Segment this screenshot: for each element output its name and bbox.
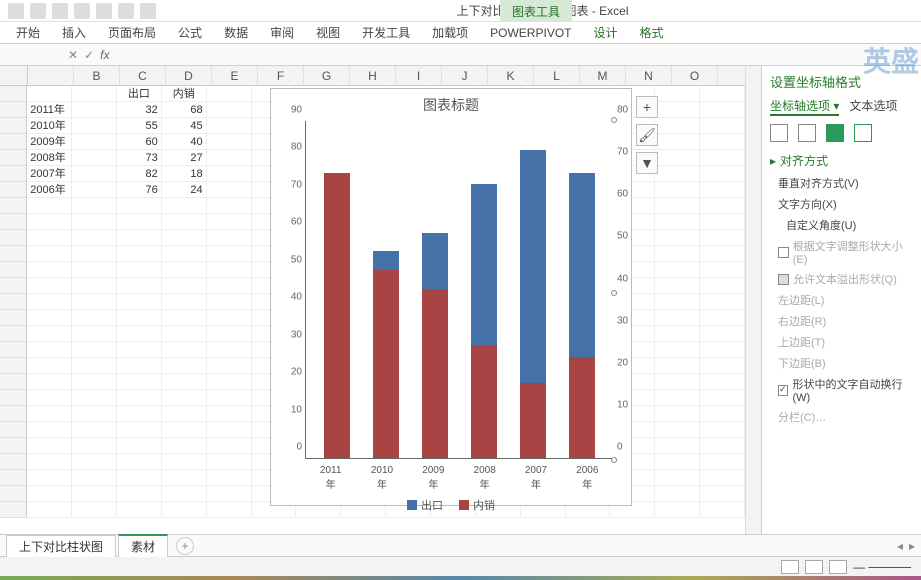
col-header[interactable]: M (580, 66, 626, 85)
opt-vertical-align[interactable]: 垂直对齐方式(V) (778, 175, 913, 191)
view-layout-button[interactable] (805, 560, 823, 574)
col-header[interactable]: G (304, 66, 350, 85)
opt-text-direction[interactable]: 文字方向(X) (778, 196, 913, 212)
plus-icon: + (643, 99, 651, 115)
horizontal-scroll[interactable]: ◂▸ (897, 539, 915, 553)
fill-icon[interactable] (770, 124, 788, 142)
qat-icon[interactable] (74, 3, 90, 19)
vertical-scrollbar[interactable] (745, 66, 761, 534)
qat-icon[interactable] (96, 3, 112, 19)
tab-addins[interactable]: 加载项 (422, 22, 478, 43)
tab-powerpivot[interactable]: POWERPIVOT (480, 24, 581, 42)
chart-x-labels: 2011年2010年2009年2008年2007年2006年 (271, 463, 631, 491)
cancel-icon[interactable]: ✕ (68, 48, 78, 62)
checkbox-icon (778, 385, 788, 396)
sheet-tab[interactable]: 上下对比柱状图 (6, 535, 116, 557)
funnel-icon: ▼ (640, 155, 654, 171)
title-bar: 上下对比柱状图商务图表 - Excel 图表工具 (0, 0, 921, 22)
pane-title: 设置坐标轴格式 (770, 72, 913, 91)
status-bar: — ───── (0, 556, 921, 576)
section-alignment[interactable]: ▸对齐方式 (770, 152, 913, 169)
col-header[interactable]: H (350, 66, 396, 85)
chart-filters-button[interactable]: ▼ (636, 152, 658, 174)
taskbar (0, 576, 921, 580)
chart-object[interactable]: 图表标题 01020304050607080900102030405060708… (270, 88, 632, 506)
chart-plot-area[interactable]: 010203040506070809001020304050607080 (305, 121, 613, 459)
opt-overflow: 允许文本溢出形状(Q) (778, 271, 913, 287)
col-header[interactable]: N (626, 66, 672, 85)
column-headers: B C D E F G H I J K L M N O (0, 66, 745, 86)
pane-tab-axis-options[interactable]: 坐标轴选项 ▾ (770, 97, 839, 116)
checkbox-icon (778, 274, 789, 285)
col-header[interactable]: O (672, 66, 718, 85)
col-header[interactable] (28, 66, 74, 85)
effects-icon[interactable] (798, 124, 816, 142)
col-header[interactable]: K (488, 66, 534, 85)
opt-resize-shape: 根据文字调整形状大小(E) (778, 238, 913, 266)
col-header[interactable]: F (258, 66, 304, 85)
qat-icon[interactable] (118, 3, 134, 19)
qat-save-icon[interactable] (8, 3, 24, 19)
col-header[interactable]: I (396, 66, 442, 85)
legend-label: 内销 (473, 497, 495, 513)
col-header[interactable]: E (212, 66, 258, 85)
chart-elements-button[interactable]: + (636, 96, 658, 118)
axis-options-icon[interactable] (854, 124, 872, 142)
tab-chart-design[interactable]: 设计 (583, 22, 627, 43)
opt-columns: 分栏(C)… (778, 409, 913, 425)
legend-swatch-icon (459, 500, 469, 510)
chart-styles-button[interactable]: 🖌 (636, 124, 658, 146)
enter-icon[interactable]: ✓ (84, 48, 94, 62)
chart-legend[interactable]: 出口 内销 (271, 491, 631, 517)
qat-icon[interactable] (140, 3, 156, 19)
zoom-slider[interactable]: — ───── (853, 560, 911, 574)
col-header[interactable]: D (166, 66, 212, 85)
chart-buttons: + 🖌 ▼ (636, 96, 658, 174)
opt-custom-angle[interactable]: 自定义角度(U) (778, 217, 913, 233)
size-props-icon[interactable] (826, 124, 844, 142)
chevron-down-icon: ▸ (770, 154, 776, 168)
add-sheet-button[interactable]: + (176, 537, 194, 555)
formula-bar: ✕ ✓ fx (0, 44, 921, 66)
select-all-corner[interactable] (0, 66, 28, 85)
tab-chart-format[interactable]: 格式 (630, 22, 674, 43)
opt-wrap-text[interactable]: 形状中的文字自动换行(W) (778, 376, 913, 404)
opt-left-margin: 左边距(L) (778, 292, 913, 308)
tab-formula[interactable]: 公式 (168, 22, 212, 43)
pane-tab-text-options[interactable]: 文本选项 (849, 97, 897, 116)
opt-right-margin: 右边距(R) (778, 313, 913, 329)
col-header[interactable]: B (74, 66, 120, 85)
col-header[interactable]: C (120, 66, 166, 85)
opt-bottom-margin: 下边距(B) (778, 355, 913, 371)
sheet-tab-bar: 上下对比柱状图 素材 + ◂▸ (0, 534, 921, 556)
fx-label[interactable]: fx (100, 48, 109, 62)
view-normal-button[interactable] (781, 560, 799, 574)
opt-top-margin: 上边距(T) (778, 334, 913, 350)
tab-insert[interactable]: 插入 (52, 22, 96, 43)
tab-review[interactable]: 审阅 (260, 22, 304, 43)
chart-title[interactable]: 图表标题 (271, 89, 631, 117)
brush-icon: 🖌 (638, 127, 656, 144)
tab-dev[interactable]: 开发工具 (352, 22, 420, 43)
tab-home[interactable]: 开始 (6, 22, 50, 43)
legend-label: 出口 (421, 497, 443, 513)
view-pagebreak-button[interactable] (829, 560, 847, 574)
col-header[interactable]: L (534, 66, 580, 85)
ribbon-tabs: 开始 插入 页面布局 公式 数据 审阅 视图 开发工具 加载项 POWERPIV… (0, 22, 921, 44)
tab-data[interactable]: 数据 (214, 22, 258, 43)
qat-redo-icon[interactable] (52, 3, 68, 19)
secondary-axis-selection[interactable] (611, 117, 619, 463)
chart-tools-context: 图表工具 (500, 0, 572, 22)
col-header[interactable]: J (442, 66, 488, 85)
tab-view[interactable]: 视图 (306, 22, 350, 43)
format-axis-pane: 设置坐标轴格式 坐标轴选项 ▾ 文本选项 ▸对齐方式 垂直对齐方式(V) 文字方… (761, 66, 921, 534)
legend-swatch-icon (407, 500, 417, 510)
sheet-tab-active[interactable]: 素材 (118, 534, 168, 557)
tab-layout[interactable]: 页面布局 (98, 22, 166, 43)
qat-undo-icon[interactable] (30, 3, 46, 19)
checkbox-icon (778, 247, 789, 258)
worksheet[interactable]: B C D E F G H I J K L M N O 出口内销2011年326… (0, 66, 745, 534)
quick-access-toolbar (0, 3, 164, 19)
